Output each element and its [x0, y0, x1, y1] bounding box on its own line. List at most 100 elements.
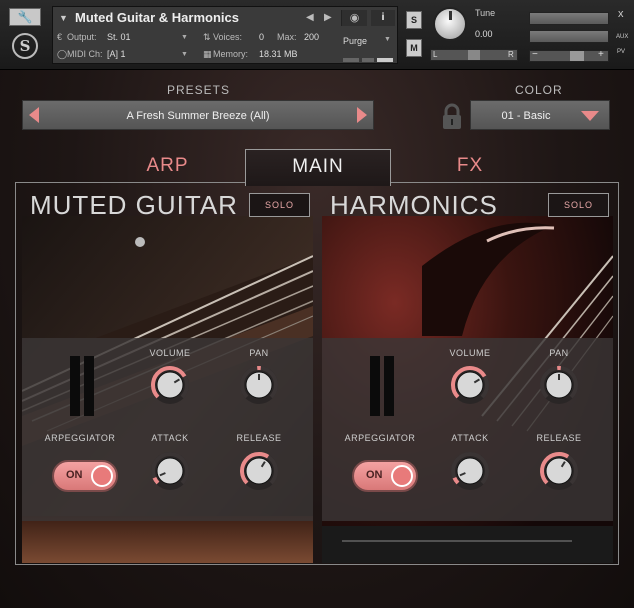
toggle-thumb	[391, 465, 413, 487]
harmonics-panel: HARMONICS SOLO VOLUME PAN ARPEGGIATOR AT…	[322, 186, 613, 563]
midi-icon: ◯	[57, 49, 68, 59]
attack-knob[interactable]	[449, 450, 491, 492]
output-level-meter-left	[529, 12, 609, 25]
knob-cap	[545, 457, 573, 485]
midi-dropdown-icon[interactable]: ▼	[181, 51, 188, 58]
collapse-arrow-icon[interactable]: ▼	[59, 13, 68, 23]
pan-left-label: L	[433, 50, 438, 59]
output-value[interactable]: St. 01	[107, 32, 131, 42]
level-meter	[70, 356, 94, 416]
purge-meter-segment	[377, 58, 393, 62]
panel-title: HARMONICS	[330, 190, 498, 220]
attack-label: ATTACK	[151, 433, 189, 443]
controls-area: VOLUME PAN ARPEGGIATOR ATTACK RELEASE ON	[322, 338, 613, 521]
knob-cap	[245, 457, 273, 485]
prev-instrument-icon[interactable]: ◀	[306, 12, 314, 23]
output-icon: €	[57, 32, 63, 42]
release-knob[interactable]	[538, 450, 580, 492]
preset-selector[interactable]: A Fresh Summer Breeze (All)	[22, 100, 374, 130]
voices-value: 0	[259, 32, 265, 42]
tab-main[interactable]: MAIN	[245, 149, 391, 186]
solo-instrument-button[interactable]: S	[406, 11, 422, 29]
volume-slider[interactable]	[529, 50, 609, 62]
midi-channel-value[interactable]: [A] 1	[107, 49, 126, 59]
attack-knob[interactable]	[149, 450, 191, 492]
knob-cap	[156, 457, 184, 485]
library-logo-icon: S	[12, 33, 38, 59]
knob-cap	[156, 371, 184, 399]
tune-knob[interactable]	[433, 7, 467, 41]
instrument-body: PRESETS COLOR A Fresh Summer Breeze (All…	[0, 70, 634, 608]
arpeggiator-toggle[interactable]: ON	[352, 460, 418, 492]
arpeggiator-state: ON	[66, 469, 83, 481]
knob-cap	[456, 457, 484, 485]
color-value: 01 - Basic	[501, 110, 551, 122]
volume-label: VOLUME	[149, 348, 191, 358]
pan-label: PAN	[549, 348, 569, 358]
next-preset-icon[interactable]	[357, 107, 367, 123]
instrument-name[interactable]: Muted Guitar & Harmonics	[75, 10, 239, 25]
purge-label: Purge	[343, 36, 368, 46]
volume-knob[interactable]	[149, 364, 191, 406]
memory-label: Memory:	[213, 49, 249, 59]
tune-value[interactable]: 0.00	[475, 29, 493, 39]
tab-fx[interactable]: FX	[430, 149, 510, 183]
previous-preset-icon[interactable]	[29, 107, 39, 123]
color-label: COLOR	[515, 83, 563, 97]
voices-label: Voices:	[213, 32, 243, 42]
output-level-meter-right	[529, 30, 609, 43]
panel-title: MUTED GUITAR	[30, 190, 238, 220]
output-label: Output:	[67, 32, 97, 42]
pan-right-label: R	[508, 50, 514, 59]
pan-label: PAN	[249, 348, 269, 358]
color-dropdown[interactable]: 01 - Basic	[470, 100, 610, 130]
lock-icon[interactable]	[440, 103, 464, 131]
aux-label[interactable]: AUX	[616, 34, 628, 40]
voices-icon: ⇅	[203, 32, 211, 42]
muted-guitar-panel: MUTED GUITAR SOLO VOLUME PAN ARPEGGIATOR…	[22, 186, 313, 563]
arpeggiator-label: ARPEGGIATOR	[44, 433, 116, 443]
release-label: RELEASE	[536, 433, 582, 443]
wrench-icon[interactable]: 🔧	[9, 8, 41, 26]
attack-label: ATTACK	[451, 433, 489, 443]
pan-slider-handle[interactable]	[468, 50, 480, 60]
arpeggiator-toggle[interactable]: ON	[52, 460, 118, 492]
max-voices-value[interactable]: 200	[304, 32, 319, 42]
presets-label: PRESETS	[167, 83, 231, 97]
kontakt-header: 🔧 S ▼ Muted Guitar & Harmonics ◀ ▶ ◉ i €…	[0, 0, 634, 70]
info-icon[interactable]: i	[371, 10, 395, 26]
memory-value: 18.31 MB	[259, 49, 298, 59]
instrument-header-panel: ▼ Muted Guitar & Harmonics ◀ ▶ ◉ i € Out…	[52, 6, 398, 64]
controls-area: VOLUME PAN ARPEGGIATOR ATTACK RELEASE ON	[22, 338, 313, 521]
camera-icon[interactable]: ◉	[341, 10, 367, 26]
volume-slider-handle[interactable]	[570, 51, 584, 61]
memory-icon: ▦	[203, 49, 212, 59]
toggle-thumb	[91, 465, 113, 487]
chevron-down-icon[interactable]	[581, 111, 599, 121]
purge-meter-segment	[362, 58, 374, 62]
solo-button[interactable]: SOLO	[249, 193, 310, 217]
midi-label: MIDI Ch:	[67, 49, 103, 59]
pv-label[interactable]: PV	[617, 49, 625, 55]
preset-name[interactable]: A Fresh Summer Breeze (All)	[23, 101, 373, 131]
next-instrument-icon[interactable]: ▶	[324, 12, 332, 23]
purge-dropdown-icon[interactable]: ▼	[384, 36, 391, 43]
close-icon[interactable]: x	[618, 8, 624, 20]
level-meter	[370, 356, 394, 416]
release-knob[interactable]	[238, 450, 280, 492]
arpeggiator-state: ON	[366, 469, 383, 481]
mute-instrument-button[interactable]: M	[406, 39, 422, 57]
tab-arp[interactable]: ARP	[120, 149, 215, 183]
output-dropdown-icon[interactable]: ▼	[181, 34, 188, 41]
arpeggiator-label: ARPEGGIATOR	[344, 433, 416, 443]
release-label: RELEASE	[236, 433, 282, 443]
volume-plus-label: +	[598, 49, 604, 60]
pan-knob[interactable]	[538, 364, 580, 406]
volume-minus-label: −	[532, 49, 538, 60]
solo-button[interactable]: SOLO	[548, 193, 609, 217]
max-label: Max:	[277, 32, 297, 42]
pan-knob[interactable]	[238, 364, 280, 406]
volume-label: VOLUME	[449, 348, 491, 358]
purge-meter-segment	[343, 58, 359, 62]
volume-knob[interactable]	[449, 364, 491, 406]
